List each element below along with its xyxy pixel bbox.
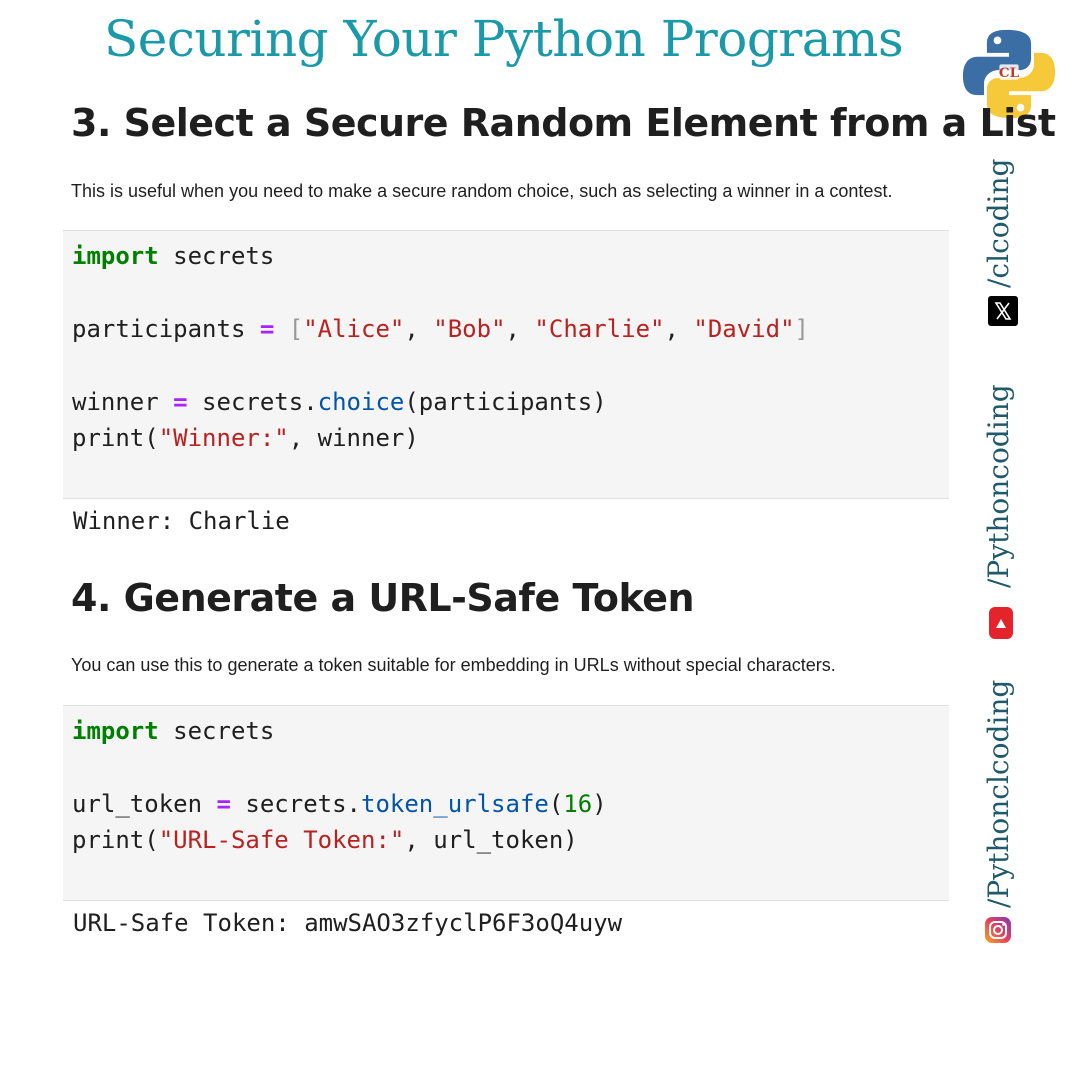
string-literal: "Charlie" — [534, 314, 665, 343]
number-literal: 16 — [563, 789, 593, 818]
code-text: , — [404, 314, 434, 343]
youtube-icon[interactable] — [988, 606, 1014, 640]
string-literal: "Alice" — [303, 314, 405, 343]
string-literal: "URL-Safe Token:" — [158, 826, 405, 855]
youtube-handle[interactable]: /Pythoncoding — [982, 384, 1015, 588]
operator: = — [216, 789, 231, 818]
code-text: ) — [592, 789, 607, 818]
instagram-icon[interactable] — [984, 916, 1012, 944]
code-text: secrets. — [230, 789, 361, 818]
keyword: import — [72, 717, 159, 745]
bracket: ] — [794, 314, 809, 343]
section4-code-cell[interactable]: import secrets url_token = secrets.token… — [63, 705, 949, 901]
banner-title: Securing Your Python Programs — [104, 10, 904, 68]
section4-code: import secrets url_token = secrets.token… — [63, 706, 949, 859]
instagram-handle[interactable]: /Pythonclcoding — [982, 680, 1015, 908]
code-text: secrets — [158, 717, 275, 745]
bracket: [ — [288, 314, 304, 343]
string-literal: "David" — [693, 314, 795, 343]
code-text: ( — [548, 789, 564, 818]
svg-text:CL: CL — [999, 65, 1020, 81]
code-text: , url_token) — [404, 826, 578, 855]
code-text: url_token — [72, 789, 217, 818]
section4-output: URL-Safe Token: amwSAO3zfyclP6F3oQ4uyw — [73, 909, 623, 937]
function-name: choice — [317, 387, 405, 416]
section3-description: This is useful when you need to make a s… — [71, 181, 893, 201]
section4-description: You can use this to generate a token sui… — [71, 655, 836, 675]
section3-code-cell[interactable]: import secrets participants = ["Alice" , … — [63, 230, 949, 499]
x-handle[interactable]: /clcoding — [982, 159, 1015, 288]
section3-heading: 3. Select a Secure Random Element from a… — [71, 101, 1056, 145]
string-literal: "Bob" — [433, 314, 506, 343]
code-text: (participants) — [404, 387, 607, 416]
code-text: print( — [72, 424, 159, 453]
code-text: , winner) — [288, 424, 419, 453]
code-text: participants — [72, 314, 260, 343]
code-text: print( — [72, 826, 159, 855]
keyword: import — [72, 242, 159, 270]
x-logo-icon[interactable] — [988, 296, 1018, 326]
code-text: , — [664, 314, 694, 343]
code-text: secrets — [158, 242, 275, 270]
operator: = — [259, 314, 275, 343]
operator: = — [173, 387, 188, 416]
section4-heading: 4. Generate a URL-Safe Token — [71, 576, 695, 620]
section3-code: import secrets participants = ["Alice" , … — [63, 231, 949, 456]
code-text: , — [505, 314, 535, 343]
section3-output: Winner: Charlie — [73, 507, 290, 535]
code-text: winner — [72, 387, 174, 416]
code-text: secrets. — [187, 387, 318, 416]
function-name: token_urlsafe — [361, 789, 549, 818]
string-literal: "Winner:" — [158, 424, 289, 453]
